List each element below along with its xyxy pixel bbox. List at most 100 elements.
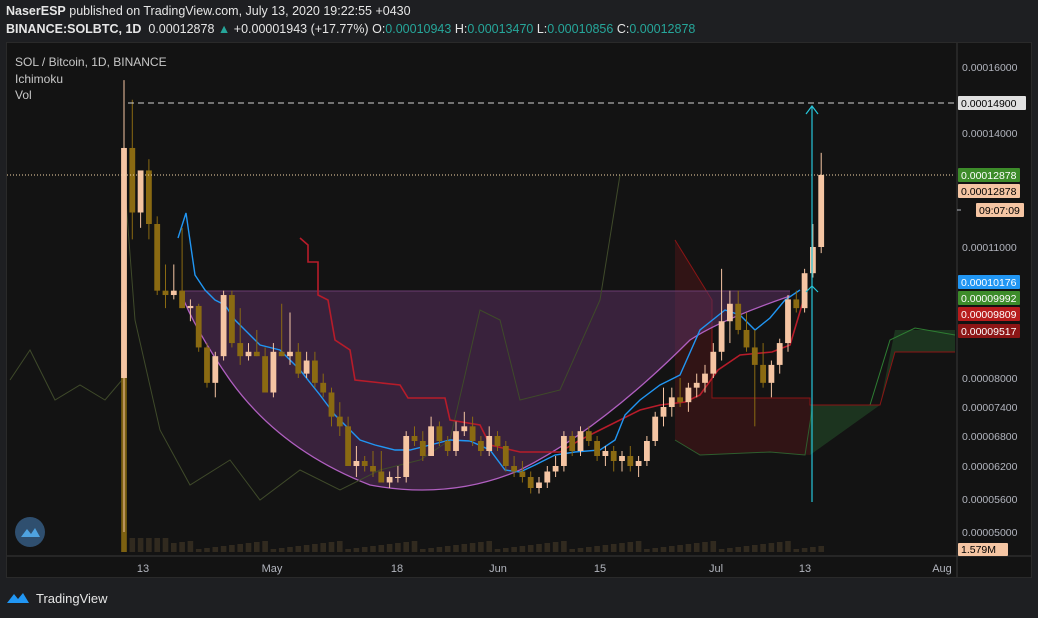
candle-body[interactable] [602, 451, 609, 456]
candle-body[interactable] [353, 461, 360, 466]
candle-body[interactable] [287, 351, 293, 357]
candle-body[interactable] [121, 147, 127, 378]
candle-body[interactable] [502, 446, 509, 466]
candle-body[interactable] [179, 290, 185, 309]
volume-bar [644, 549, 650, 552]
candle-body[interactable] [386, 477, 393, 483]
volume-bar [395, 543, 401, 552]
candle-body[interactable] [170, 290, 177, 296]
candle-body[interactable] [494, 436, 501, 446]
candle-body[interactable] [312, 360, 318, 383]
candle-body[interactable] [245, 351, 252, 357]
candle-body[interactable] [668, 397, 675, 407]
candle-body[interactable] [785, 299, 791, 344]
candle-body[interactable] [652, 416, 659, 441]
candle-body[interactable] [187, 305, 194, 309]
candle-body[interactable] [195, 305, 202, 348]
candle-body[interactable] [436, 426, 443, 441]
candle-body[interactable] [644, 441, 650, 461]
candle-body[interactable] [253, 351, 260, 357]
price-tag-label: 0.00009992 [961, 293, 1017, 305]
candle-body[interactable] [635, 461, 642, 466]
candle-body[interactable] [527, 477, 534, 488]
candle-body[interactable] [270, 351, 277, 393]
candle-body[interactable] [735, 303, 742, 330]
candle-body[interactable] [320, 382, 327, 393]
indicator-volume[interactable]: Vol [15, 87, 167, 104]
candle-body[interactable] [295, 351, 302, 374]
candle-body[interactable] [544, 471, 551, 483]
candle-body[interactable] [444, 441, 451, 451]
candle-body[interactable] [461, 426, 468, 432]
price-tick-label: 0.00011000 [962, 242, 1017, 254]
volume-bar [577, 548, 584, 552]
candle-body[interactable] [751, 347, 758, 365]
candle-body[interactable] [677, 397, 683, 403]
candle-body[interactable] [793, 299, 800, 309]
candle-body[interactable] [810, 247, 816, 274]
candle-body[interactable] [561, 436, 567, 466]
indicator-ichimoku[interactable]: Ichimoku [15, 71, 167, 88]
candle-body[interactable] [585, 431, 592, 441]
candle-body[interactable] [776, 343, 783, 365]
candle-body[interactable] [478, 441, 484, 451]
candle-body[interactable] [212, 356, 219, 383]
candle-body[interactable] [370, 466, 376, 472]
candle-body[interactable] [594, 441, 600, 456]
candle-body[interactable] [395, 477, 401, 478]
candle-body[interactable] [336, 416, 343, 427]
candle-body[interactable] [137, 170, 144, 213]
candle-body[interactable] [328, 392, 335, 417]
candle-body[interactable] [627, 456, 634, 466]
volume-bar [428, 548, 434, 552]
candle-body[interactable] [204, 347, 210, 383]
tradingview-badge-icon[interactable] [15, 517, 45, 547]
volume-bar [386, 544, 393, 552]
candle-body[interactable] [718, 321, 725, 352]
candle-body[interactable] [146, 170, 152, 224]
volume-bar [469, 543, 476, 552]
candle-body[interactable] [469, 426, 476, 441]
volume-bar [768, 543, 775, 552]
candle-body[interactable] [220, 295, 227, 357]
volume-bar [403, 542, 409, 552]
candle-body[interactable] [569, 436, 576, 451]
candle-body[interactable] [768, 364, 775, 383]
candle-body[interactable] [727, 303, 733, 322]
volume-bar [652, 548, 658, 552]
candle-body[interactable] [129, 147, 136, 213]
candle-body[interactable] [577, 431, 584, 451]
candle-body[interactable] [262, 356, 268, 393]
candle-body[interactable] [511, 466, 517, 472]
candle-body[interactable] [411, 436, 418, 441]
candle-body[interactable] [760, 364, 766, 383]
candle-body[interactable] [378, 471, 385, 483]
candle-body[interactable] [536, 482, 542, 489]
candle-body[interactable] [693, 382, 700, 388]
candle-body[interactable] [403, 436, 410, 477]
candle-body[interactable] [710, 351, 717, 374]
candle-body[interactable] [278, 351, 285, 357]
candle-body[interactable] [237, 343, 244, 357]
candle-body[interactable] [552, 466, 559, 472]
candle-body[interactable] [519, 471, 526, 478]
candle-body[interactable] [660, 407, 667, 417]
candle-body[interactable] [303, 360, 310, 374]
candle-body[interactable] [743, 329, 750, 348]
candle-body[interactable] [229, 295, 235, 344]
candle-body[interactable] [428, 426, 434, 456]
candle-body[interactable] [619, 456, 625, 461]
candle-body[interactable] [345, 426, 351, 466]
candle-body[interactable] [685, 387, 692, 403]
candle-body[interactable] [486, 436, 493, 451]
volume-bar [669, 546, 675, 552]
candle-body[interactable] [610, 451, 617, 461]
candle-body[interactable] [419, 441, 426, 456]
candle-body[interactable] [154, 223, 161, 291]
candle-body[interactable] [818, 174, 825, 247]
volume-bar [262, 541, 268, 552]
candle-body[interactable] [453, 431, 459, 451]
candle-body[interactable] [702, 373, 708, 383]
candle-body[interactable] [162, 290, 169, 296]
candle-body[interactable] [361, 461, 368, 466]
